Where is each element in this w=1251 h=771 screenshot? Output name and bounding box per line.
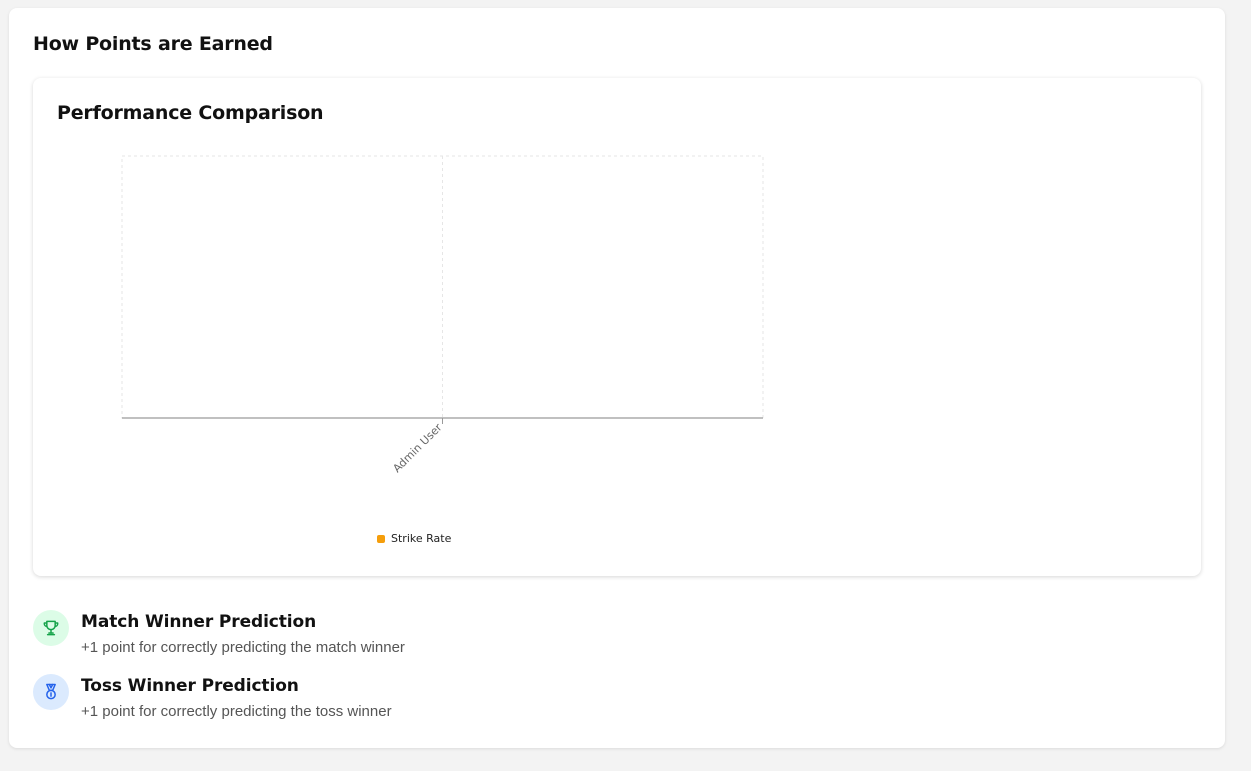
rule-match-winner: Match Winner Prediction +1 point for cor…	[33, 610, 405, 656]
rule-title: Toss Winner Prediction	[81, 676, 299, 696]
legend-swatch	[377, 534, 385, 543]
performance-chart-card: Performance Comparison Admin User Strike…	[33, 78, 1201, 576]
rule-text: Match Winner Prediction +1 point for cor…	[81, 610, 405, 656]
x-tick-label: Admin User	[390, 421, 445, 476]
trophy-icon	[33, 610, 69, 646]
performance-chart: Admin User	[121, 155, 764, 475]
rule-toss-winner: Toss Winner Prediction +1 point for corr…	[33, 674, 392, 720]
rule-description: +1 point for correctly predicting the to…	[81, 703, 392, 720]
chart-legend[interactable]: Strike Rate	[377, 532, 451, 545]
x-ticks: Admin User	[390, 418, 445, 475]
points-card: How Points are Earned Performance Compar…	[9, 8, 1225, 748]
rule-title: Match Winner Prediction	[81, 612, 317, 632]
card-title: How Points are Earned	[33, 33, 273, 55]
legend-label: Strike Rate	[391, 532, 452, 545]
medal-icon	[33, 674, 69, 710]
rule-text: Toss Winner Prediction +1 point for corr…	[81, 674, 392, 720]
rule-description: +1 point for correctly predicting the ma…	[81, 639, 405, 656]
